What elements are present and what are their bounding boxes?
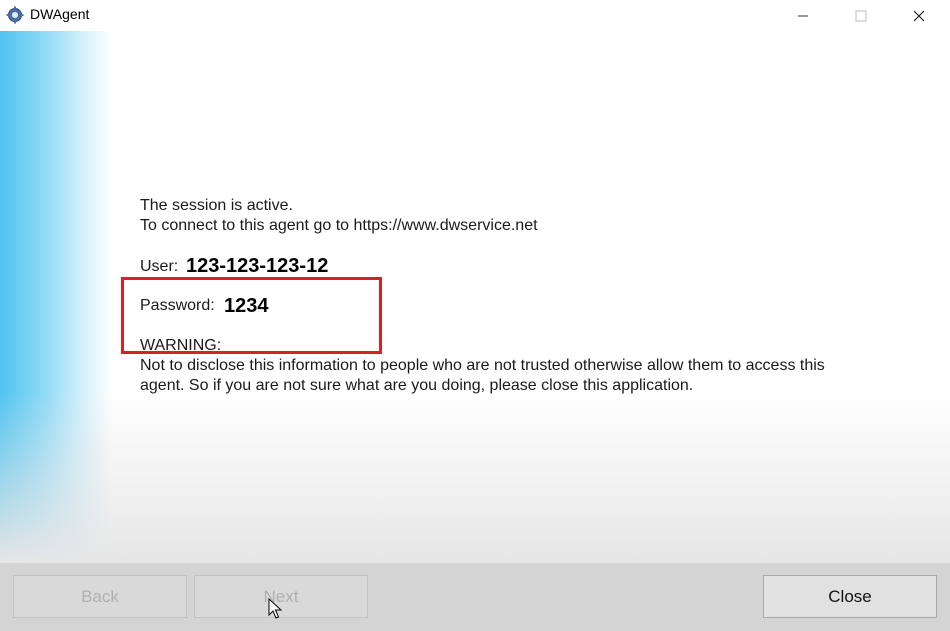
- gear-icon: [6, 6, 24, 24]
- title-bar: DWAgent: [0, 0, 950, 31]
- warning-line-2: agent. So if you are not sure what are y…: [140, 377, 694, 394]
- mouse-cursor-icon: [268, 598, 282, 619]
- minimize-icon: [798, 15, 808, 16]
- back-button[interactable]: Back: [13, 575, 187, 618]
- main-panel: The session is active. To connect to thi…: [0, 31, 950, 563]
- password-value: 1234: [224, 295, 269, 317]
- user-label: User:: [140, 258, 179, 275]
- maximize-button[interactable]: [838, 0, 884, 31]
- warning-line-1: Not to disclose this information to peop…: [140, 357, 825, 374]
- decorative-fade: [0, 391, 950, 563]
- maximize-icon: [855, 10, 867, 21]
- connect-info-text: To connect to this agent go to https://w…: [140, 217, 538, 234]
- footer-bar: Back Next Close: [0, 563, 950, 631]
- user-value: 123-123-123-12: [186, 255, 329, 277]
- session-status-text: The session is active.: [140, 197, 293, 214]
- minimize-button[interactable]: [780, 0, 826, 31]
- close-icon: [913, 10, 925, 21]
- password-label: Password:: [140, 297, 215, 314]
- window-title: DWAgent: [30, 6, 90, 22]
- close-button[interactable]: Close: [763, 575, 937, 618]
- warning-heading: WARNING:: [140, 337, 222, 354]
- close-window-button[interactable]: [896, 0, 942, 31]
